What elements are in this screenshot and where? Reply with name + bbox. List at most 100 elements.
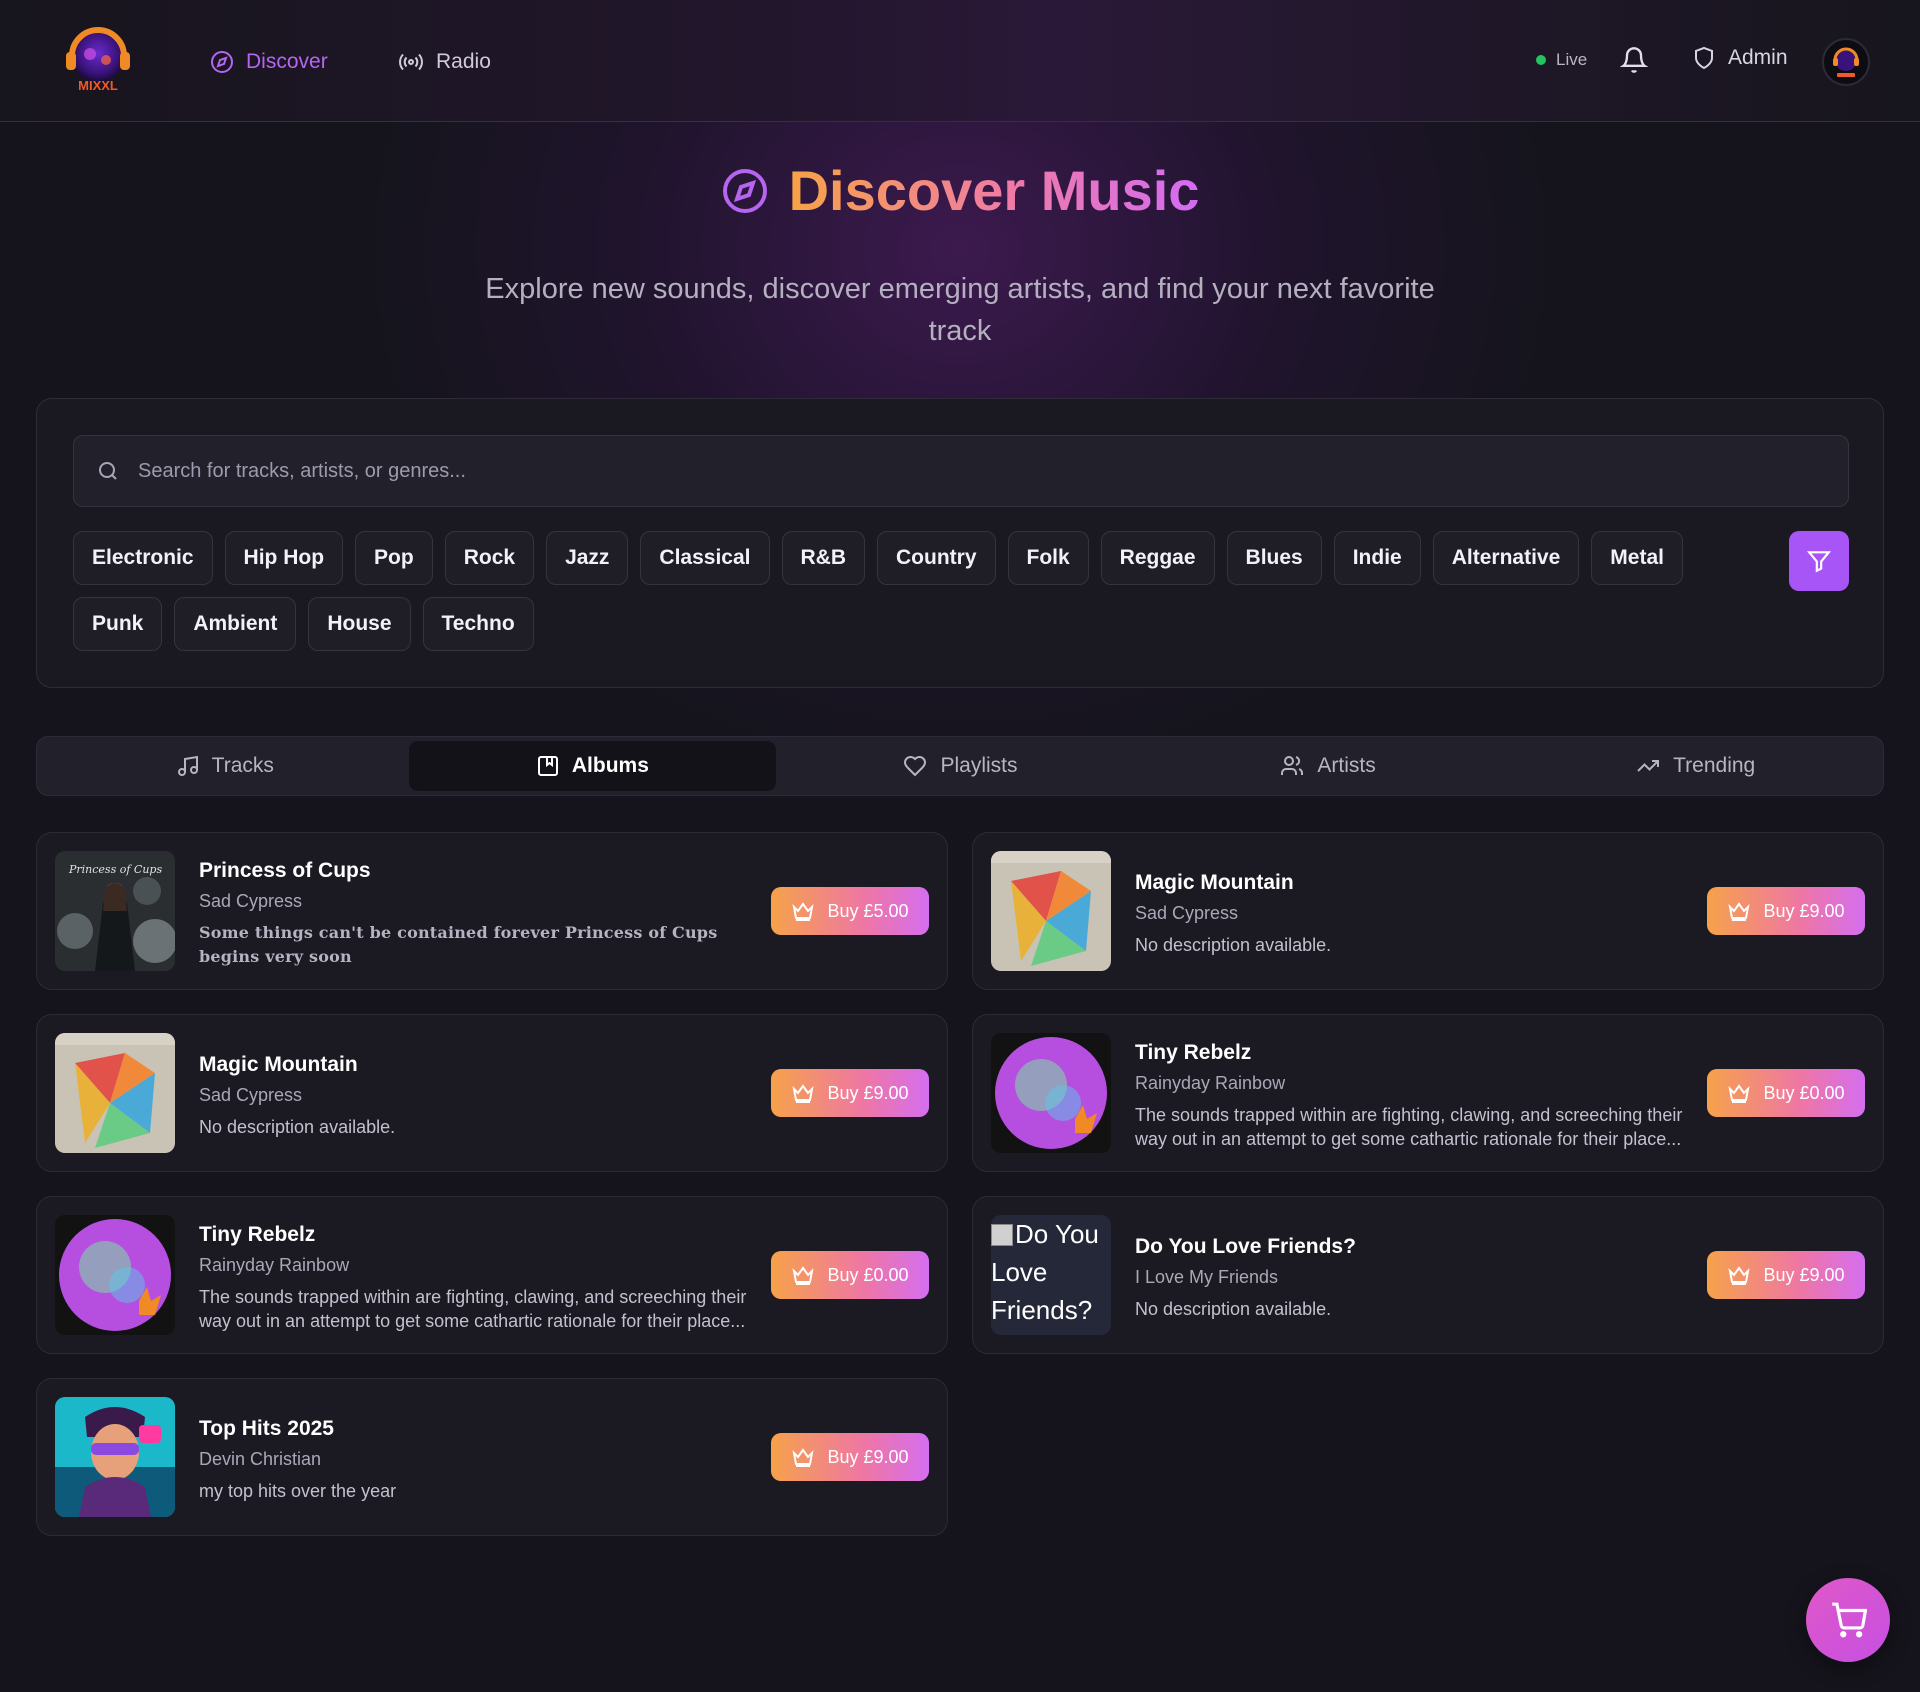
mixxl-logo[interactable]: MIXXL [60, 24, 136, 94]
broken-image-icon [991, 1224, 1013, 1246]
tab-tracks[interactable]: Tracks [41, 741, 409, 791]
crown-icon [1728, 902, 1751, 921]
album-title[interactable]: Do You Love Friends? [1135, 1235, 1356, 1259]
crown-icon [1728, 1084, 1751, 1103]
genre-chip-blues[interactable]: Blues [1226, 531, 1322, 585]
tab-artists-label: Artists [1317, 754, 1376, 777]
album-card[interactable]: Tiny Rebelz Rainyday Rainbow The sounds … [36, 1196, 948, 1354]
filter-button[interactable] [1789, 531, 1849, 591]
content-tabs: Tracks Albums Playlists Artists Trending [36, 736, 1884, 796]
album-description: The sounds trapped within are fighting, … [199, 1287, 747, 1331]
hero-heading: Discover Music [0, 158, 1920, 223]
album-description: Some things can't be contained forever P… [199, 923, 718, 966]
tab-artists[interactable]: Artists [1144, 741, 1512, 791]
bell-icon [1619, 47, 1649, 73]
tab-trending[interactable]: Trending [1511, 741, 1879, 791]
notifications-button[interactable] [1619, 46, 1649, 74]
album-cover: Princess of Cups [55, 851, 175, 971]
buy-button[interactable]: Buy £9.00 [771, 1433, 929, 1481]
crown-icon [792, 1084, 815, 1103]
user-avatar[interactable] [1822, 38, 1870, 86]
shopping-cart-icon [1832, 1602, 1867, 1638]
genre-chip-indie[interactable]: Indie [1333, 531, 1421, 585]
buy-button[interactable]: Buy £9.00 [771, 1069, 929, 1117]
album-artist[interactable]: Sad Cypress [199, 891, 302, 912]
genre-chip-pop[interactable]: Pop [355, 531, 433, 585]
album-artist[interactable]: Sad Cypress [1135, 903, 1238, 924]
genre-chip-reggae[interactable]: Reggae [1100, 531, 1215, 585]
tab-playlists-label: Playlists [940, 754, 1018, 777]
search-box[interactable] [73, 435, 1849, 507]
album-description: my top hits over the year [199, 1481, 397, 1501]
buy-button[interactable]: Buy £9.00 [1707, 887, 1865, 935]
crown-icon [792, 902, 815, 921]
album-artist[interactable]: Rainyday Rainbow [199, 1255, 349, 1276]
buy-price: Buy £9.00 [1763, 900, 1845, 921]
album-card[interactable]: Tiny Rebelz Rainyday Rainbow The sounds … [972, 1014, 1884, 1172]
cart-button[interactable] [1806, 1578, 1890, 1662]
genre-chip-alternative[interactable]: Alternative [1432, 531, 1580, 585]
tab-albums[interactable]: Albums [408, 741, 777, 791]
album-title[interactable]: Tiny Rebelz [1135, 1041, 1251, 1065]
compass-icon [722, 168, 767, 213]
genre-chip-techno[interactable]: Techno [422, 597, 534, 651]
page-title: Discover Music [788, 159, 1200, 222]
live-dot-icon [1536, 55, 1546, 65]
genre-chip-folk[interactable]: Folk [1007, 531, 1089, 585]
genre-chip-punk[interactable]: Punk [73, 597, 163, 651]
genre-chip-hip-hop[interactable]: Hip Hop [224, 531, 344, 585]
album-card[interactable]: Do You Love Friends? Do You Love Friends… [972, 1196, 1884, 1354]
genre-chip-electronic[interactable]: Electronic [73, 531, 213, 585]
tab-trending-label: Trending [1673, 754, 1756, 777]
genre-chip-classical[interactable]: Classical [640, 531, 770, 585]
album-title[interactable]: Magic Mountain [199, 1053, 358, 1077]
genre-chip-house[interactable]: House [308, 597, 411, 651]
album-artist[interactable]: I Love My Friends [1135, 1267, 1278, 1288]
filter-icon [1806, 551, 1832, 573]
album-description: No description available. [1135, 1299, 1332, 1319]
nav-radio[interactable]: Radio [398, 44, 491, 80]
album-description: The sounds trapped within are fighting, … [1135, 1105, 1683, 1149]
buy-button[interactable]: Buy £9.00 [1707, 1251, 1865, 1299]
buy-price: Buy £9.00 [1763, 1264, 1845, 1285]
genre-chip-rock[interactable]: Rock [444, 531, 535, 585]
buy-price: Buy £9.00 [827, 1446, 909, 1467]
genre-chips: Electronic Hip Hop Pop Rock Jazz Classical R&B… [73, 531, 1773, 651]
album-artist[interactable]: Devin Christian [199, 1449, 321, 1470]
album-card[interactable]: Magic Mountain Sad Cypress No descriptio… [36, 1014, 948, 1172]
buy-button[interactable]: Buy £5.00 [771, 887, 929, 935]
top-header: MIXXL Discover Radio Live Admin [0, 0, 1920, 122]
album-card[interactable]: Princess of Cups Princess of Cups Sad Cy… [36, 832, 948, 990]
buy-button[interactable]: Buy £0.00 [1707, 1069, 1865, 1117]
shield-icon [1695, 46, 1713, 70]
broken-image-alt: Do You Love Friends? [991, 1215, 1111, 1335]
album-icon [537, 756, 558, 776]
genre-chip-jazz[interactable]: Jazz [546, 531, 629, 585]
album-cover: Do You Love Friends? [991, 1215, 1111, 1335]
genre-chip-metal[interactable]: Metal [1591, 531, 1683, 585]
tab-albums-label: Albums [571, 754, 649, 777]
users-icon [1281, 756, 1304, 775]
album-artist[interactable]: Rainyday Rainbow [1135, 1073, 1285, 1094]
genre-chip-ambient[interactable]: Ambient [174, 597, 297, 651]
album-card[interactable]: Magic Mountain Sad Cypress No descriptio… [972, 832, 1884, 990]
album-card[interactable]: Top Hits 2025 Devin Christian my top hit… [36, 1378, 948, 1536]
tab-playlists[interactable]: Playlists [776, 741, 1144, 791]
search-input[interactable] [138, 459, 1738, 483]
genre-chip-r-b[interactable]: R&B [781, 531, 865, 585]
album-cover [55, 1033, 175, 1153]
album-title[interactable]: Tiny Rebelz [199, 1223, 315, 1247]
buy-button[interactable]: Buy £0.00 [771, 1251, 929, 1299]
genre-chip-country[interactable]: Country [877, 531, 996, 585]
album-artist[interactable]: Sad Cypress [199, 1085, 302, 1106]
nav-discover[interactable]: Discover [210, 44, 328, 80]
album-title[interactable]: Magic Mountain [1135, 871, 1294, 895]
compass-icon [211, 51, 233, 73]
album-title[interactable]: Princess of Cups [199, 859, 371, 883]
buy-price: Buy £0.00 [1763, 1082, 1845, 1103]
tab-tracks-label: Tracks [211, 754, 274, 777]
live-label: Live [1556, 50, 1588, 69]
nav-discover-label: Discover [246, 50, 328, 73]
admin-link[interactable]: Admin [1692, 46, 1788, 70]
album-title[interactable]: Top Hits 2025 [199, 1417, 334, 1441]
